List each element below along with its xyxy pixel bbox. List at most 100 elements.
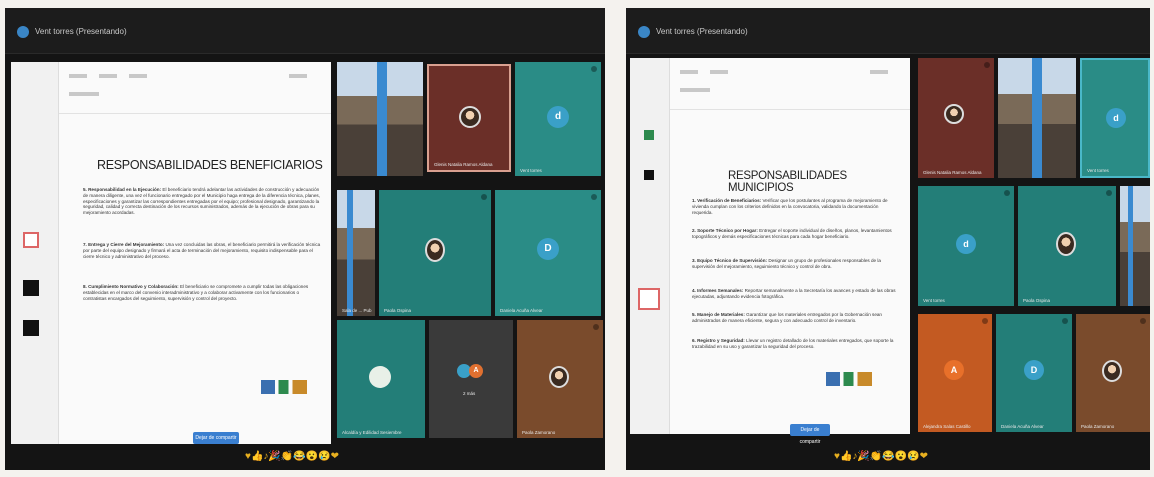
responsibility-item: 4. Informes Semanales: Reportar semanalm…: [692, 288, 900, 300]
participant-name: Glenis Natalia Ramos Aldana: [434, 162, 493, 167]
institution-logos: [261, 380, 307, 394]
slide-thumbnail[interactable]: [23, 280, 39, 296]
app-logo-icon: [17, 26, 29, 38]
participant-tile[interactable]: d Vent torres: [918, 186, 1014, 306]
mic-muted-icon: [1004, 190, 1010, 196]
responsibility-item: 5. Manejo de Materiales: Garantizar que …: [692, 312, 900, 324]
mic-muted-icon: [1062, 318, 1068, 324]
document-ribbon: [59, 62, 331, 114]
item-heading: 6. Registro y Seguridad:: [692, 338, 745, 343]
institution-logos: [826, 372, 872, 386]
participant-tile-active-speaker[interactable]: Glenis Natalia Ramos Aldana: [427, 64, 511, 172]
participant-avatar: d: [956, 234, 976, 254]
participant-tile[interactable]: [1120, 186, 1150, 306]
participant-tile[interactable]: Alcaldía y Edilidad Sesiembre: [337, 320, 425, 438]
responsibility-item: 6. Registro y Seguridad: Llevar un regis…: [692, 338, 900, 350]
participant-avatar: D: [1024, 360, 1044, 380]
document-title: RESPONSABILIDADES BENEFICIARIOS: [97, 158, 323, 172]
left-screen-photo: Vent torres (Presentando) RESPONSABILIDA…: [5, 8, 605, 470]
reactions-bar[interactable]: ♥👍♪🎉👏😂😮😢❤: [834, 451, 928, 462]
slide-thumbnail[interactable]: [23, 320, 39, 336]
participant-avatar: [425, 238, 445, 262]
participant-avatar: [1102, 360, 1122, 382]
participant-avatar: [549, 366, 569, 388]
participant-tile[interactable]: Paola Ospina: [379, 190, 491, 316]
right-screen-photo: Vent torres (Presentando) RESPONSABILIDA…: [626, 8, 1150, 470]
reactions-bar[interactable]: ♥👍♪🎉👏😂😮😢❤: [245, 451, 339, 462]
more-participants-tile[interactable]: A 2 más: [429, 320, 513, 438]
participant-tile[interactable]: [337, 62, 423, 176]
slide-thumbnail[interactable]: [644, 170, 654, 180]
stop-sharing-button[interactable]: Dejar de compartir: [790, 424, 830, 445]
participant-tile[interactable]: d Vent torres: [515, 62, 601, 176]
participant-name: Glenis Natalia Ramos Aldana: [923, 170, 982, 175]
responsibility-item: 8. Cumplimiento Normativo y Colaboración…: [83, 284, 323, 301]
participant-avatar: A: [469, 364, 483, 378]
participant-name: Vent torres: [1087, 168, 1109, 173]
participant-name: Vent torres: [923, 298, 945, 303]
window-titlebar: Vent torres (Presentando): [5, 8, 605, 54]
mic-muted-icon: [984, 62, 990, 68]
window-title: Vent torres (Presentando): [35, 27, 127, 36]
item-heading: 4. Informes Semanales:: [692, 288, 744, 293]
participant-avatar: d: [547, 106, 569, 128]
slide-thumbnail-selected[interactable]: [23, 232, 39, 248]
participant-tile[interactable]: Paola Ospina: [1018, 186, 1116, 306]
responsibility-item: 3. Equipo Técnico de Supervisión: Design…: [692, 258, 900, 270]
mic-muted-icon: [481, 194, 487, 200]
responsibility-item: 2. Soporte Técnico por Hogar: Entregar e…: [692, 228, 900, 240]
participant-name: Paola Zamorano: [522, 430, 556, 435]
participant-tile-active-speaker[interactable]: d Vent torres: [1080, 58, 1150, 178]
participant-tile[interactable]: Paola Zamorano: [1076, 314, 1150, 432]
item-heading: 7. Entrega y Cierre del Mejoramiento:: [83, 242, 165, 247]
participant-tile[interactable]: D Daniela Acuña Alvear: [996, 314, 1072, 432]
participant-tile[interactable]: A Alejandra Salas Castillo: [918, 314, 992, 432]
participant-name: Vent torres: [520, 168, 542, 173]
participant-tile[interactable]: Sala de ... Pub: [337, 190, 375, 316]
mic-muted-icon: [1140, 318, 1146, 324]
participant-logo-avatar: [369, 366, 391, 388]
participant-avatar: A: [944, 360, 964, 380]
window-title: Vent torres (Presentando): [656, 27, 748, 36]
document-ribbon: [670, 58, 910, 110]
participant-name: Daniela Acuña Alvear: [500, 308, 543, 313]
participant-tile[interactable]: Paola Zamorano: [517, 320, 603, 438]
window-titlebar: Vent torres (Presentando): [626, 8, 1150, 54]
mic-muted-icon: [593, 324, 599, 330]
slide-thumbnails[interactable]: [630, 58, 670, 434]
stop-sharing-button[interactable]: Dejar de compartir: [193, 432, 239, 444]
more-participants-label: 2 más: [463, 391, 476, 396]
item-heading: 2. Soporte Técnico por Hogar:: [692, 228, 758, 233]
participant-avatar: D: [537, 238, 559, 260]
participant-name: Alejandra Salas Castillo: [923, 424, 971, 429]
responsibility-item: 5. Responsabilidad en la Ejecución: El b…: [83, 187, 323, 216]
participant-avatar: [944, 104, 964, 124]
slide-thumbnail-selected[interactable]: [638, 288, 660, 310]
participant-avatar: d: [1106, 108, 1126, 128]
participant-tile[interactable]: Glenis Natalia Ramos Aldana: [918, 58, 994, 178]
document-title: RESPONSABILIDADES MUNICIPIOS: [728, 170, 847, 194]
slide-thumbnails[interactable]: [11, 62, 59, 444]
item-heading: 5. Responsabilidad en la Ejecución:: [83, 187, 162, 192]
participant-name: Alcaldía y Edilidad Sesiembre: [342, 430, 402, 435]
item-heading: 8. Cumplimiento Normativo y Colaboración…: [83, 284, 179, 289]
app-logo-icon: [638, 26, 650, 38]
participant-avatar: [1056, 232, 1076, 256]
item-heading: 1. Verificación de Beneficiarios:: [692, 198, 762, 203]
participant-tile[interactable]: D Daniela Acuña Alvear: [495, 190, 601, 316]
participant-name: Sala de ... Pub: [342, 308, 372, 313]
item-heading: 3. Equipo Técnico de Supervisión:: [692, 258, 768, 263]
participant-tile[interactable]: [998, 58, 1076, 178]
mic-muted-icon: [982, 318, 988, 324]
responsibility-item: 1. Verificación de Beneficiarios: Verifi…: [692, 198, 900, 215]
participant-name: Paola Ospina: [1023, 298, 1051, 303]
responsibility-item: 7. Entrega y Cierre del Mejoramiento: Un…: [83, 242, 323, 259]
mic-muted-icon: [591, 66, 597, 72]
participant-name: Daniela Acuña Alvear: [1001, 424, 1044, 429]
mic-muted-icon: [1106, 190, 1112, 196]
participant-name: Paola Ospina: [384, 308, 412, 313]
participant-avatar: [459, 106, 481, 128]
slide-thumbnail[interactable]: [644, 130, 654, 140]
shared-document: RESPONSABILIDADES BENEFICIARIOS 5. Respo…: [11, 62, 331, 444]
participant-name: Paola Zamorano: [1081, 424, 1115, 429]
